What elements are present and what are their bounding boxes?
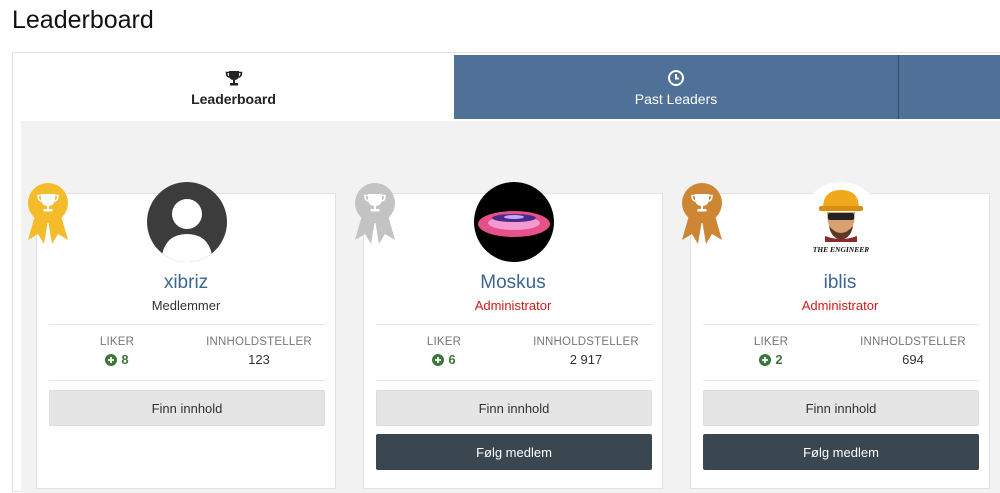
silver-ribbon-icon xyxy=(355,183,395,244)
content-count-value: 694 xyxy=(902,352,924,367)
avatar[interactable] xyxy=(474,182,554,262)
find-content-button[interactable]: Finn innhold xyxy=(49,390,325,426)
member-card: THE ENGINEER iblis Administrator LIKER 2… xyxy=(682,182,990,489)
member-group: Medlemmer xyxy=(151,298,221,313)
leaderboard-panel: Leaderboard Past Leaders xibriz Medlemme… xyxy=(12,52,1000,493)
tab-bar: Leaderboard Past Leaders xyxy=(13,53,1000,119)
likes-label: LIKER xyxy=(99,336,135,348)
content-count-label: INNHOLDSTELLER xyxy=(533,336,639,348)
plus-circle-icon xyxy=(432,353,445,366)
likes-value: 6 xyxy=(448,352,456,367)
divider xyxy=(703,380,979,381)
clock-icon xyxy=(667,68,685,88)
divider xyxy=(376,380,652,381)
find-content-button[interactable]: Finn innhold xyxy=(703,390,979,426)
content-count-value: 2 917 xyxy=(569,352,603,367)
likes-stat: LIKER 8 xyxy=(77,336,157,367)
tab-more[interactable] xyxy=(898,55,1000,119)
page-title: Leaderboard xyxy=(12,6,154,34)
tab-past-leaders[interactable]: Past Leaders xyxy=(454,55,898,119)
member-name[interactable]: iblis xyxy=(691,272,989,294)
likes-label: LIKER xyxy=(426,336,462,348)
divider xyxy=(703,324,979,325)
likes-value: 2 xyxy=(775,352,783,367)
member-card: Moskus Administrator LIKER 6 INNHOLDSTEL… xyxy=(355,182,663,489)
find-content-button[interactable]: Finn innhold xyxy=(376,390,652,426)
avatar[interactable] xyxy=(147,182,227,262)
follow-member-button[interactable]: Følg medlem xyxy=(376,434,652,470)
content-count-stat: INNHOLDSTELLER 694 xyxy=(851,336,975,367)
divider xyxy=(49,380,325,381)
follow-member-button[interactable]: Følg medlem xyxy=(703,434,979,470)
content-count-stat: INNHOLDSTELLER 123 xyxy=(197,336,321,367)
member-card: xibriz Medlemmer LIKER 8 INNHOLDSTELLER … xyxy=(28,182,336,489)
leaderboard-content: xibriz Medlemmer LIKER 8 INNHOLDSTELLER … xyxy=(21,121,1000,493)
tab-leaderboard[interactable]: Leaderboard xyxy=(13,55,454,119)
plus-circle-icon xyxy=(105,353,118,366)
trophy-icon xyxy=(225,68,243,88)
avatar[interactable]: THE ENGINEER xyxy=(801,182,881,262)
likes-label: LIKER xyxy=(753,336,789,348)
bronze-ribbon-icon xyxy=(682,183,722,244)
member-name[interactable]: Moskus xyxy=(364,272,662,294)
content-count-label: INNHOLDSTELLER xyxy=(206,336,312,348)
content-count-value: 123 xyxy=(248,352,270,367)
divider xyxy=(49,324,325,325)
avatar-caption: THE ENGINEER xyxy=(813,245,869,254)
gold-ribbon-icon xyxy=(28,183,68,244)
divider xyxy=(376,324,652,325)
content-count-label: INNHOLDSTELLER xyxy=(860,336,966,348)
content-count-stat: INNHOLDSTELLER 2 917 xyxy=(524,336,648,367)
member-group: Administrator xyxy=(801,298,879,313)
member-name[interactable]: xibriz xyxy=(37,272,335,294)
tab-leaderboard-label: Leaderboard xyxy=(191,90,276,107)
tab-past-leaders-label: Past Leaders xyxy=(634,90,718,107)
member-group: Administrator xyxy=(474,298,552,313)
plus-circle-icon xyxy=(759,353,772,366)
likes-value: 8 xyxy=(121,352,129,367)
likes-stat: LIKER 2 xyxy=(731,336,811,367)
likes-stat: LIKER 6 xyxy=(404,336,484,367)
